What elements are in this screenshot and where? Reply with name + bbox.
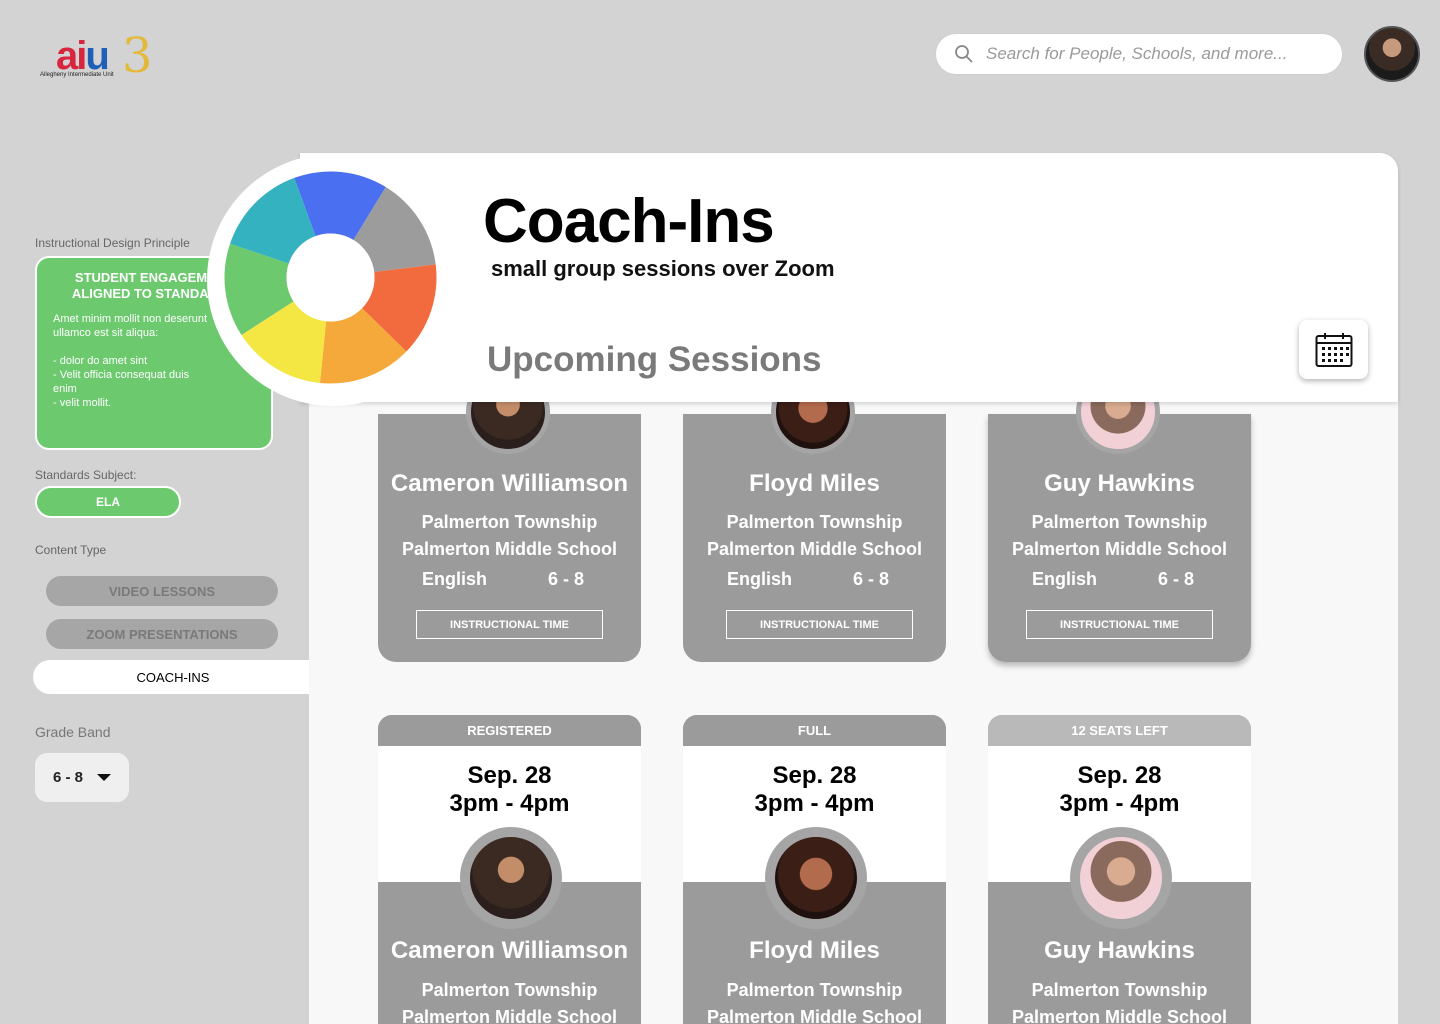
standards-subject-button[interactable]: ELA bbox=[35, 486, 181, 518]
status-badge: REGISTERED bbox=[378, 715, 641, 746]
content-type-zoom-presentations[interactable]: ZOOM PRESENTATIONS bbox=[46, 619, 278, 649]
district: Palmerton Township bbox=[1031, 980, 1208, 1000]
calendar-button[interactable] bbox=[1299, 320, 1368, 379]
subject: English bbox=[1032, 569, 1098, 589]
calendar-icon bbox=[1315, 332, 1352, 367]
logo-subtitle: Allegheny Intermediate Unit bbox=[40, 72, 114, 78]
page-header-card bbox=[300, 153, 1398, 402]
principle-label: Instructional Design Principle bbox=[35, 236, 190, 250]
district: Palmerton Township bbox=[726, 512, 903, 532]
color-wheel-icon bbox=[224, 171, 437, 384]
status-badge: 12 SEATS LEFT bbox=[988, 715, 1251, 746]
chevron-down-icon bbox=[97, 774, 112, 781]
school: Palmerton Middle School bbox=[706, 539, 923, 559]
school: Palmerton Middle School bbox=[401, 1007, 618, 1024]
session-card[interactable]: REGISTERED Sep. 28 3pm - 4pm Cameron Will… bbox=[378, 715, 641, 1024]
school: Palmerton Middle School bbox=[1011, 539, 1228, 559]
session-card[interactable]: FULL Sep. 28 3pm - 4pm Floyd Miles Palmer… bbox=[683, 715, 946, 1024]
coach-photo bbox=[1070, 827, 1172, 929]
school: Palmerton Middle School bbox=[706, 1007, 923, 1024]
grade-band-value: 6 - 8 bbox=[53, 769, 84, 786]
instructional-time-tag[interactable]: INSTRUCTIONAL TIME bbox=[416, 610, 603, 639]
coach-photo bbox=[460, 827, 562, 929]
district: Palmerton Township bbox=[726, 980, 903, 1000]
district: Palmerton Township bbox=[421, 980, 598, 1000]
grades: 6 - 8 bbox=[1158, 569, 1195, 589]
grades: 6 - 8 bbox=[853, 569, 890, 589]
content-type-video-lessons[interactable]: VIDEO LESSONS bbox=[46, 576, 278, 606]
section-title: Upcoming Sessions bbox=[487, 340, 822, 379]
instructional-time-tag[interactable]: INSTRUCTIONAL TIME bbox=[1026, 610, 1213, 639]
district: Palmerton Township bbox=[421, 512, 598, 532]
session-card[interactable]: 12 SEATS LEFT Sep. 28 3pm - 4pm Guy Hawki… bbox=[988, 715, 1251, 1024]
coach-name: Floyd Miles bbox=[749, 937, 880, 964]
coach-name: Guy Hawkins bbox=[1044, 470, 1195, 497]
coach-name: Cameron Williamson bbox=[390, 937, 629, 964]
session-date: Sep. 28 3pm - 4pm bbox=[449, 762, 570, 817]
coach-photo bbox=[765, 827, 867, 929]
coach-name: Cameron Williamson bbox=[390, 470, 629, 497]
principle-body: Amet minim mollit non deserunt ullamco e… bbox=[53, 313, 208, 409]
coach-name: Floyd Miles bbox=[749, 470, 880, 497]
status-badge: FULL bbox=[683, 715, 946, 746]
subject: English bbox=[422, 569, 488, 589]
grade-band-label: Grade Band bbox=[35, 724, 111, 740]
search-input[interactable] bbox=[986, 44, 1326, 64]
subject: English bbox=[727, 569, 793, 589]
session-date: Sep. 28 3pm - 4pm bbox=[1059, 762, 1180, 817]
grade-band-select[interactable]: 6 - 8 bbox=[35, 753, 129, 802]
content-type-label: Content Type bbox=[35, 543, 107, 557]
grades: 6 - 8 bbox=[548, 569, 585, 589]
school: Palmerton Middle School bbox=[1011, 1007, 1228, 1024]
instructional-time-tag[interactable]: INSTRUCTIONAL TIME bbox=[726, 610, 913, 639]
user-avatar[interactable] bbox=[1364, 26, 1420, 82]
district: Palmerton Township bbox=[1031, 512, 1208, 532]
coach-name: Guy Hawkins bbox=[1044, 937, 1195, 964]
school: Palmerton Middle School bbox=[401, 539, 618, 559]
search-bar[interactable] bbox=[935, 33, 1343, 75]
logo-number: 3 bbox=[122, 28, 153, 84]
aiu-logo[interactable]: aiu 3 Allegheny Intermediate Unit bbox=[38, 28, 158, 90]
content-type-coach-ins[interactable]: COACH-INS bbox=[33, 660, 313, 694]
standards-label: Standards Subject: bbox=[35, 468, 137, 482]
search-icon bbox=[955, 45, 973, 63]
page-subtitle: small group sessions over Zoom bbox=[491, 256, 835, 281]
page-title: Coach-Ins bbox=[483, 187, 775, 256]
session-date: Sep. 28 3pm - 4pm bbox=[754, 762, 875, 817]
